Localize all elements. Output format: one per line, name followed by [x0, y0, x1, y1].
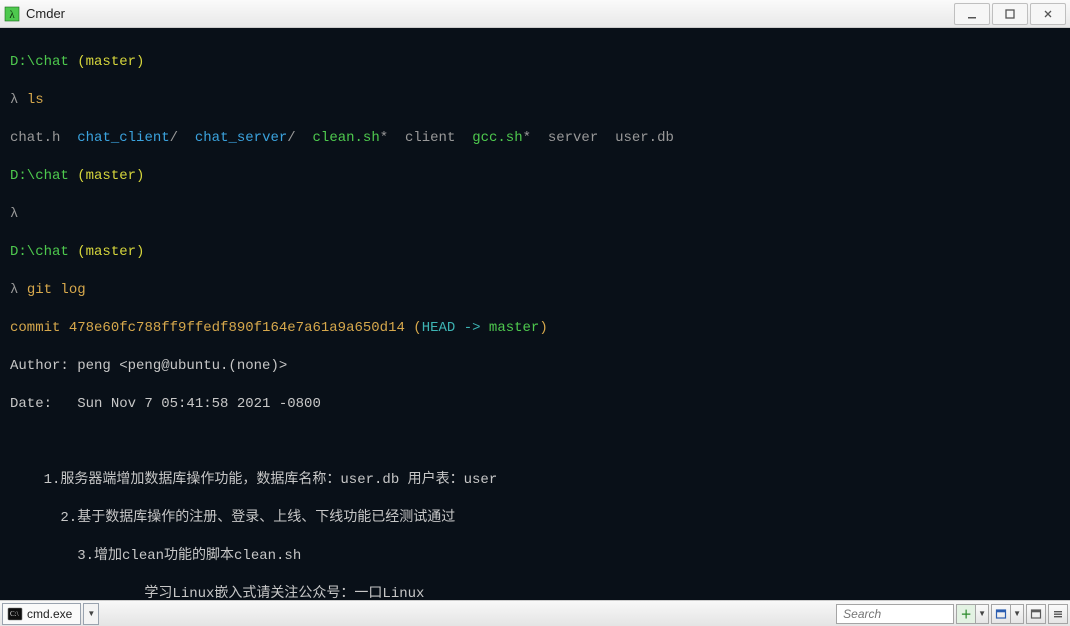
commit-msg: 学习Linux嵌入式请关注公众号：一口Linux	[10, 585, 1060, 600]
tab-label: cmd.exe	[27, 607, 72, 621]
statusbar: C:\ cmd.exe ▼ ＋ ▼ ▼	[0, 600, 1070, 626]
paren: )	[539, 320, 547, 336]
chevron-down-icon: ▼	[976, 604, 989, 624]
close-button[interactable]	[1030, 3, 1066, 25]
windows-list-button[interactable]: ▼	[991, 604, 1024, 624]
terminal-output[interactable]: D:\chat (master) λ ls chat.h chat_client…	[0, 28, 1070, 600]
command-line: λ git log	[10, 281, 1060, 300]
ls-item: clean.sh	[313, 130, 380, 146]
ls-output-line: chat.h chat_client/ chat_server/ clean.s…	[10, 129, 1060, 148]
ls-item: server	[548, 130, 598, 146]
maximize-button[interactable]	[992, 3, 1028, 25]
tab-cmd[interactable]: C:\ cmd.exe	[2, 603, 81, 625]
prompt-path: D:\chat	[10, 244, 69, 260]
titlebar: λ Cmder	[0, 0, 1070, 28]
ls-item: /	[170, 130, 178, 146]
prompt-line: D:\chat (master)	[10, 53, 1060, 72]
svg-text:C:\: C:\	[10, 610, 19, 618]
svg-text:λ: λ	[9, 9, 15, 21]
prompt-branch: (master)	[77, 168, 144, 184]
ls-item: chat.h	[10, 130, 60, 146]
tab-dropdown-button[interactable]: ▼	[83, 603, 99, 625]
date-line: Date: Sun Nov 7 05:41:58 2021 -0800	[10, 395, 1060, 414]
app-icon: λ	[4, 6, 20, 22]
minimize-button[interactable]	[954, 3, 990, 25]
ls-item: user.db	[615, 130, 674, 146]
prompt-symbol: λ	[10, 206, 18, 222]
prompt-branch: (master)	[77, 244, 144, 260]
command: git log	[27, 282, 86, 298]
menu-button[interactable]	[1048, 604, 1068, 624]
ls-item: *	[523, 130, 531, 146]
ls-item: chat_client	[77, 130, 169, 146]
ls-item: *	[380, 130, 388, 146]
command-line: λ ls	[10, 91, 1060, 110]
branch-ref: master	[481, 320, 540, 336]
prompt-line: D:\chat (master)	[10, 243, 1060, 262]
cmd-icon: C:\	[7, 606, 23, 622]
search-input[interactable]	[836, 604, 954, 624]
chevron-down-icon: ▼	[1011, 604, 1024, 624]
window-icon	[991, 604, 1011, 624]
ls-item: chat_server	[195, 130, 287, 146]
plus-icon: ＋	[956, 604, 976, 624]
blank-line	[10, 433, 1060, 452]
ls-item: /	[287, 130, 295, 146]
prompt-path: D:\chat	[10, 54, 69, 70]
commit-label: commit	[10, 320, 60, 336]
empty-command: λ	[10, 205, 1060, 224]
window-controls	[954, 3, 1066, 25]
prompt-symbol: λ	[10, 92, 18, 108]
ls-item: gcc.sh	[472, 130, 522, 146]
head-ref: HEAD ->	[422, 320, 481, 336]
prompt-branch: (master)	[77, 54, 144, 70]
author-line: Author: peng <peng@ubuntu.(none)>	[10, 357, 1060, 376]
commit-hash: 478e60fc788ff9ffedf890f164e7a61a9a650d14	[69, 320, 405, 336]
ls-item: client	[405, 130, 455, 146]
prompt-line: D:\chat (master)	[10, 167, 1060, 186]
new-console-button[interactable]: ＋ ▼	[956, 604, 989, 624]
window-title: Cmder	[26, 6, 954, 21]
commit-msg: 3.增加clean功能的脚本clean.sh	[10, 547, 1060, 566]
commit-line: commit 478e60fc788ff9ffedf890f164e7a61a9…	[10, 319, 1060, 338]
show-hide-button[interactable]	[1026, 604, 1046, 624]
prompt-path: D:\chat	[10, 168, 69, 184]
commit-msg: 2.基于数据库操作的注册、登录、上线、下线功能已经测试通过	[10, 509, 1060, 528]
paren: (	[413, 320, 421, 336]
command: ls	[27, 92, 44, 108]
prompt-symbol: λ	[10, 282, 18, 298]
commit-msg: 1.服务器端增加数据库操作功能，数据库名称：user.db 用户表：user	[10, 471, 1060, 490]
